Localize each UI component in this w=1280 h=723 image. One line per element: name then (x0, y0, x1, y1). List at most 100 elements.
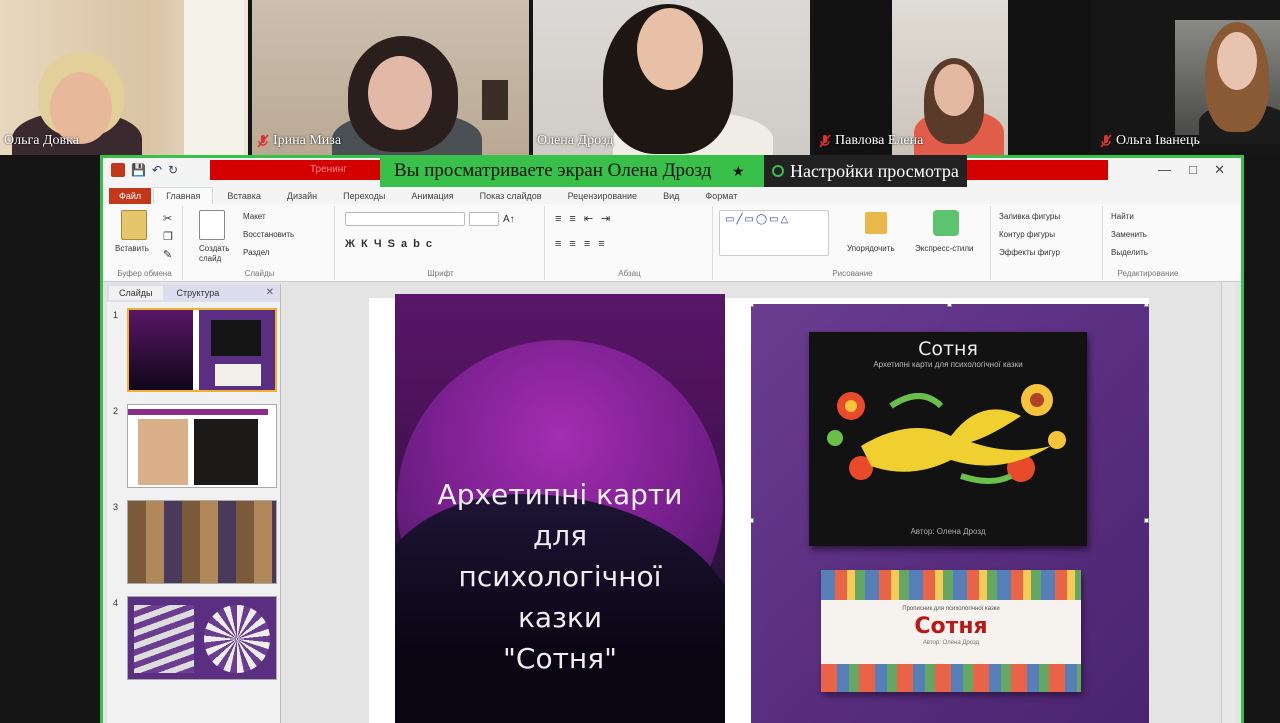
cover-title: Архетипні карти для психологічної казки … (437, 478, 683, 675)
slide-thumbnail-3[interactable]: 3 (111, 500, 277, 586)
paste-button[interactable]: Вставить (115, 244, 149, 253)
card-white: Прописник для психологічної казки Сотня … (821, 570, 1081, 692)
drawing-group: ▭╱▭◯▭△ Упорядочить Экспресс-стили Рисова… (715, 206, 991, 280)
tab-insert[interactable]: Вставка (215, 188, 272, 204)
slide-thumbnail-1[interactable]: 1 (111, 308, 277, 394)
screen-share-text: Вы просматриваете экран Олена Дрозд (394, 160, 712, 181)
save-icon[interactable]: 💾 (131, 163, 146, 177)
folk-bird-ornament (827, 384, 1066, 484)
mic-muted-icon (1100, 134, 1112, 148)
align-buttons[interactable]: ≡≡≡≡ (555, 238, 613, 250)
quick-access-toolbar: 💾 ↶ ↻ (111, 163, 178, 177)
maximize-button[interactable]: □ (1189, 162, 1197, 177)
list-buttons[interactable]: ≡≡⇤⇥ (555, 212, 618, 225)
undo-icon[interactable]: ↶ (152, 163, 162, 177)
screen-share-banner: Вы просматриваете экран Олена Дрозд ★ На… (380, 155, 967, 187)
video-call-window: Ольга Довка Ірина Миза Олена Дрозд Павло… (0, 0, 1280, 723)
font-format-buttons[interactable]: ЖКЧSabc (345, 238, 438, 250)
tab-home[interactable]: Главная (153, 187, 214, 204)
slide-thumbnail-4[interactable]: 4 (111, 596, 277, 682)
card-black: Сотня Архетипні карти для психологічної … (809, 332, 1087, 546)
ribbon: Вставить ✂ ❐ ✎ Буфер обмена Создать слай… (103, 204, 1241, 282)
participant-tile-5[interactable]: Ольга Іванець (1095, 0, 1280, 155)
workspace: Слайды Структура ✕ 1 2 3 4 Архетипні кар… (103, 282, 1241, 723)
ribbon-tabs: Файл Главная Вставка Дизайн Переходы Ани… (103, 184, 1241, 204)
participant-tile-4[interactable]: Павлова Елена (814, 0, 1091, 155)
select-button[interactable]: Выделить (1111, 248, 1148, 257)
redo-icon[interactable]: ↻ (168, 163, 178, 177)
resize-handle[interactable] (947, 304, 952, 307)
format-painter-icon[interactable]: ✎ (163, 248, 172, 261)
resize-handle[interactable] (751, 304, 754, 307)
slides-pane: Слайды Структура ✕ 1 2 3 4 (107, 284, 281, 723)
mic-muted-icon (257, 134, 269, 148)
shape-format-group: Заливка фигуры Контур фигуры Эффекты фиг… (993, 206, 1103, 280)
editing-group: Найти Заменить Выделить Редактирование (1111, 212, 1179, 278)
shape-effects-button[interactable]: Эффекты фигур (999, 248, 1060, 257)
resize-handle[interactable] (751, 518, 754, 523)
tab-animation[interactable]: Анимация (399, 188, 465, 204)
tab-format[interactable]: Формат (693, 188, 749, 204)
close-icon[interactable]: ✕ (266, 287, 274, 298)
tab-transitions[interactable]: Переходы (331, 188, 397, 204)
arrange-button[interactable]: Упорядочить (847, 244, 895, 253)
participant-name: Олена Дрозд (537, 133, 614, 148)
tab-slides[interactable]: Слайды (109, 286, 163, 300)
participant-name: Ірина Миза (256, 133, 341, 149)
view-options-icon (772, 165, 784, 177)
tab-outline[interactable]: Структура (167, 286, 230, 300)
font-name-select[interactable] (345, 212, 465, 226)
copy-icon[interactable]: ❐ (163, 230, 173, 243)
paste-icon (121, 210, 147, 240)
participant-tile-2[interactable]: Ірина Миза (252, 0, 529, 155)
vertical-scrollbar[interactable] (1221, 282, 1235, 723)
pane-tabs: Слайды Структура ✕ (107, 284, 280, 302)
participant-tile-1[interactable]: Ольга Довка (0, 0, 248, 155)
alert-bar-right (963, 160, 1108, 180)
shape-fill-button[interactable]: Заливка фигуры (999, 212, 1060, 221)
slides-group: Создать слайд Макет Восстановить Раздел … (185, 206, 335, 280)
paragraph-group: ≡≡⇤⇥ ≡≡≡≡ Абзац (547, 206, 713, 280)
cards-photo[interactable]: Сотня Архетипні карти для психологічної … (751, 304, 1149, 723)
layout-button[interactable]: Макет (243, 212, 266, 221)
section-button[interactable]: Раздел (243, 248, 269, 257)
close-window-button[interactable]: ✕ (1214, 162, 1225, 178)
participant-name: Ольга Довка (4, 133, 79, 148)
grow-font-icon[interactable]: A↑ (503, 214, 515, 225)
participant-strip: Ольга Довка Ірина Миза Олена Дрозд Павло… (0, 0, 1280, 155)
tab-design[interactable]: Дизайн (275, 188, 329, 204)
clipboard-group: Вставить ✂ ❐ ✎ Буфер обмена (107, 206, 183, 280)
cover-image[interactable]: Архетипні карти для психологічної казки … (395, 294, 725, 723)
slide-thumbnail-2[interactable]: 2 (111, 404, 277, 490)
new-slide-icon (199, 210, 225, 240)
ppt-logo-icon (111, 163, 125, 177)
resize-handle[interactable] (1144, 518, 1149, 523)
cut-icon[interactable]: ✂ (163, 212, 172, 225)
tab-file[interactable]: Файл (109, 188, 152, 204)
resize-handle[interactable] (1144, 304, 1149, 307)
shared-screen: 💾 ↶ ↻ — □ ✕ Файл Главная Вставка Дизайн … (100, 155, 1244, 723)
reset-button[interactable]: Восстановить (243, 230, 294, 239)
presenter-icon: ★ (732, 163, 745, 179)
font-size-select[interactable] (469, 212, 499, 226)
view-options-button[interactable]: Настройки просмотра (764, 155, 967, 187)
participant-name: Ольга Іванець (1099, 133, 1200, 149)
font-group: ЖКЧSabc A↑ Шрифт (337, 206, 545, 280)
new-slide-button[interactable]: Создать слайд (199, 244, 239, 264)
tab-review[interactable]: Рецензирование (556, 188, 650, 204)
quick-styles-icon (933, 210, 959, 236)
find-button[interactable]: Найти (1111, 212, 1134, 221)
mic-muted-icon (819, 134, 831, 148)
replace-button[interactable]: Заменить (1111, 230, 1147, 239)
shapes-icon: ▭╱▭◯▭△ (725, 214, 791, 225)
tab-view[interactable]: Вид (651, 188, 691, 204)
shape-outline-button[interactable]: Контур фигуры (999, 230, 1055, 239)
participant-name: Павлова Елена (818, 133, 923, 149)
alert-bar-left: Тренинг (210, 160, 380, 180)
quick-styles-button[interactable]: Экспресс-стили (915, 244, 974, 253)
minimize-button[interactable]: — (1158, 162, 1171, 177)
arrange-icon (865, 212, 887, 234)
slide-canvas: Архетипні карти для психологічної казки … (289, 294, 1219, 723)
participant-tile-3[interactable]: Олена Дрозд (533, 0, 810, 155)
tab-slideshow[interactable]: Показ слайдов (468, 188, 554, 204)
